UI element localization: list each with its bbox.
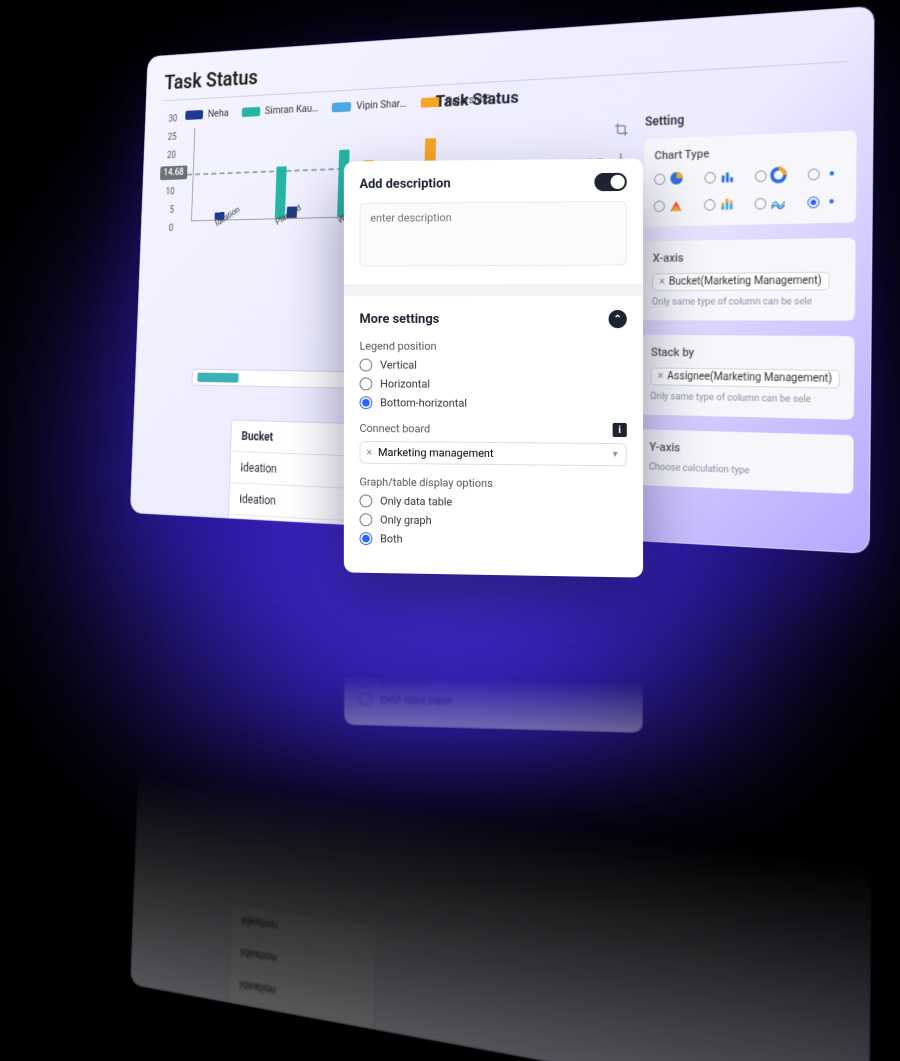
legend-position-option[interactable]: Bottom-horizontal [360, 396, 627, 411]
section-label: Chart Type [654, 142, 845, 163]
section-label: Stack by [651, 345, 844, 361]
chart-settings-modal: Add description More settings ⌃ Legend p… [344, 158, 643, 577]
display-option[interactable]: Only data table [360, 494, 627, 510]
legend-swatch [332, 101, 351, 112]
legend-position-option[interactable]: Horizontal [360, 377, 627, 391]
info-icon[interactable]: i [613, 423, 627, 437]
subsection-label: Graph/table display options [360, 476, 627, 492]
display-option-m[interactable]: Both [360, 655, 627, 674]
radio-icon[interactable] [754, 197, 766, 209]
radio-icon[interactable] [654, 173, 665, 185]
crop-icon[interactable] [614, 121, 629, 141]
chip-remove-icon[interactable]: × [366, 446, 372, 459]
legend-position-options: Vertical Horizontal Bottom-horizontal [360, 359, 627, 411]
settings-heading: Setting [645, 105, 857, 129]
chart-type-option[interactable] [755, 166, 792, 184]
chip-label: Marketing management [378, 446, 494, 460]
card-title: More settings [360, 312, 440, 327]
radio-icon[interactable] [807, 196, 819, 208]
display-option[interactable]: Both [360, 532, 627, 549]
chart-type-option[interactable] [703, 195, 739, 213]
radio-icon[interactable] [755, 170, 767, 182]
section-label: X-axis [653, 249, 845, 265]
description-card: Add description [344, 158, 643, 296]
xaxis-section: X-axis × Bucket(Marketing Management) Onl… [641, 238, 855, 321]
collapse-icon[interactable]: ⌃ [609, 310, 627, 328]
chart-type-option[interactable] [654, 170, 690, 188]
guide-value: 14.68 [160, 165, 187, 180]
connect-board-select[interactable]: × Marketing management ▾ [360, 441, 627, 466]
chevron-down-icon: ▾ [613, 449, 618, 460]
chart-type-option[interactable] [807, 192, 845, 210]
chart-type-option[interactable] [807, 164, 845, 182]
chip-remove-icon[interactable]: × [658, 371, 664, 383]
chip-remove-icon[interactable]: × [659, 276, 665, 288]
legend-label: Neha [208, 107, 229, 120]
display-options: Only data table Only graph Both [360, 494, 627, 549]
display-option-m[interactable]: Only graph [360, 674, 627, 694]
hint-text: Only same type of column can be sele [650, 392, 843, 407]
stackby-chip[interactable]: ×Assignee(Marketing Management) [650, 367, 840, 388]
subsection-label: Legend position [360, 340, 627, 354]
subsection-label: Connect board [360, 422, 431, 435]
legend-position-option[interactable]: Vertical [360, 359, 627, 373]
section-label: Y-axis [649, 440, 842, 460]
display-option-m[interactable]: Only data table [360, 693, 627, 713]
hint-text: Choose calculation type [649, 462, 842, 480]
settings-panel: Setting Chart Type X-axis × Bucket(Market… [638, 105, 857, 510]
chart-type-option[interactable] [704, 168, 740, 186]
radio-icon[interactable] [653, 200, 664, 212]
description-toggle[interactable] [594, 173, 626, 191]
chip-label: Bucket(Marketing Management) [669, 275, 822, 288]
xaxis-chip[interactable]: × Bucket(Marketing Management) [652, 272, 829, 291]
chart-type-option[interactable] [653, 197, 689, 215]
legend-swatch [242, 106, 260, 116]
y-axis: 051015202530 [173, 129, 177, 239]
chip-label: Assignee(Marketing Management) [667, 371, 832, 385]
reflection: Bucket Ideation Ideation Ideation [130, 520, 875, 1061]
description-input[interactable] [360, 201, 627, 266]
radio-icon[interactable] [703, 199, 715, 211]
radio-icon[interactable] [807, 168, 819, 180]
display-option[interactable]: Only graph [360, 513, 627, 530]
card-title: Add description [360, 176, 451, 192]
legend-label: Vipin Shar… [356, 97, 406, 112]
radio-icon[interactable] [704, 171, 716, 183]
yaxis-section: Y-axis Choose calculation type [638, 429, 853, 494]
reflection: Only data tableOnly graphBoth [344, 627, 643, 733]
hint-text: Only same type of column can be sele [652, 297, 844, 308]
legend-swatch [185, 109, 203, 119]
chart-type-section: Chart Type [643, 130, 857, 226]
stackby-section: Stack by ×Assignee(Marketing Management)… [640, 335, 855, 420]
chart-type-option[interactable] [754, 194, 791, 212]
more-settings-card: More settings ⌃ Legend position Vertical… [344, 296, 643, 578]
